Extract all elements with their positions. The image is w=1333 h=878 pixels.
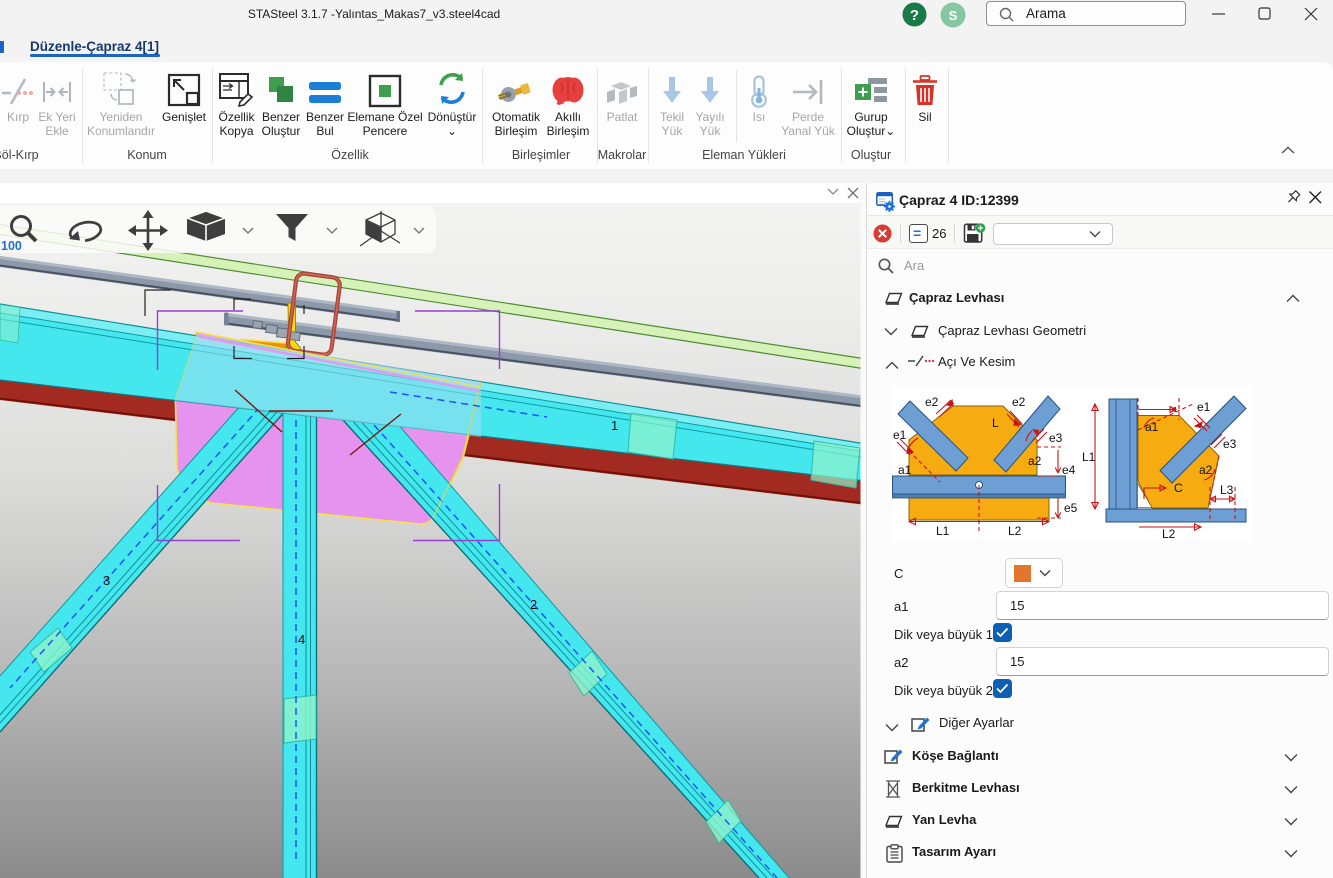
svg-text:e4: e4	[1062, 463, 1076, 477]
svg-text:e3: e3	[1223, 437, 1237, 451]
svg-text:4: 4	[298, 632, 305, 647]
svg-text:S: S	[949, 8, 958, 23]
svg-text:?: ?	[910, 7, 919, 24]
svg-text:L2: L2	[1162, 527, 1176, 541]
svg-text:a2: a2	[1028, 454, 1042, 468]
svg-text:L: L	[992, 416, 999, 430]
svg-text:e3: e3	[1049, 431, 1063, 445]
svg-text:e2: e2	[925, 395, 939, 409]
svg-text:L1: L1	[936, 524, 950, 538]
svg-text:e1: e1	[1197, 400, 1211, 414]
svg-text:e1: e1	[893, 428, 907, 442]
svg-text:a1: a1	[1145, 420, 1159, 434]
svg-text:L2: L2	[1008, 524, 1022, 538]
svg-text:C: C	[1174, 481, 1183, 495]
svg-text:L3: L3	[1220, 483, 1234, 497]
svg-text:e2: e2	[1012, 395, 1026, 409]
svg-text:100: 100	[1, 239, 22, 253]
svg-text:a1: a1	[898, 463, 912, 477]
svg-text:2: 2	[530, 597, 537, 612]
svg-text:e5: e5	[1064, 501, 1078, 515]
svg-text:L1: L1	[1082, 450, 1096, 464]
svg-text:1: 1	[611, 418, 618, 433]
svg-text:a2: a2	[1199, 463, 1213, 477]
svg-text:3: 3	[103, 573, 110, 588]
